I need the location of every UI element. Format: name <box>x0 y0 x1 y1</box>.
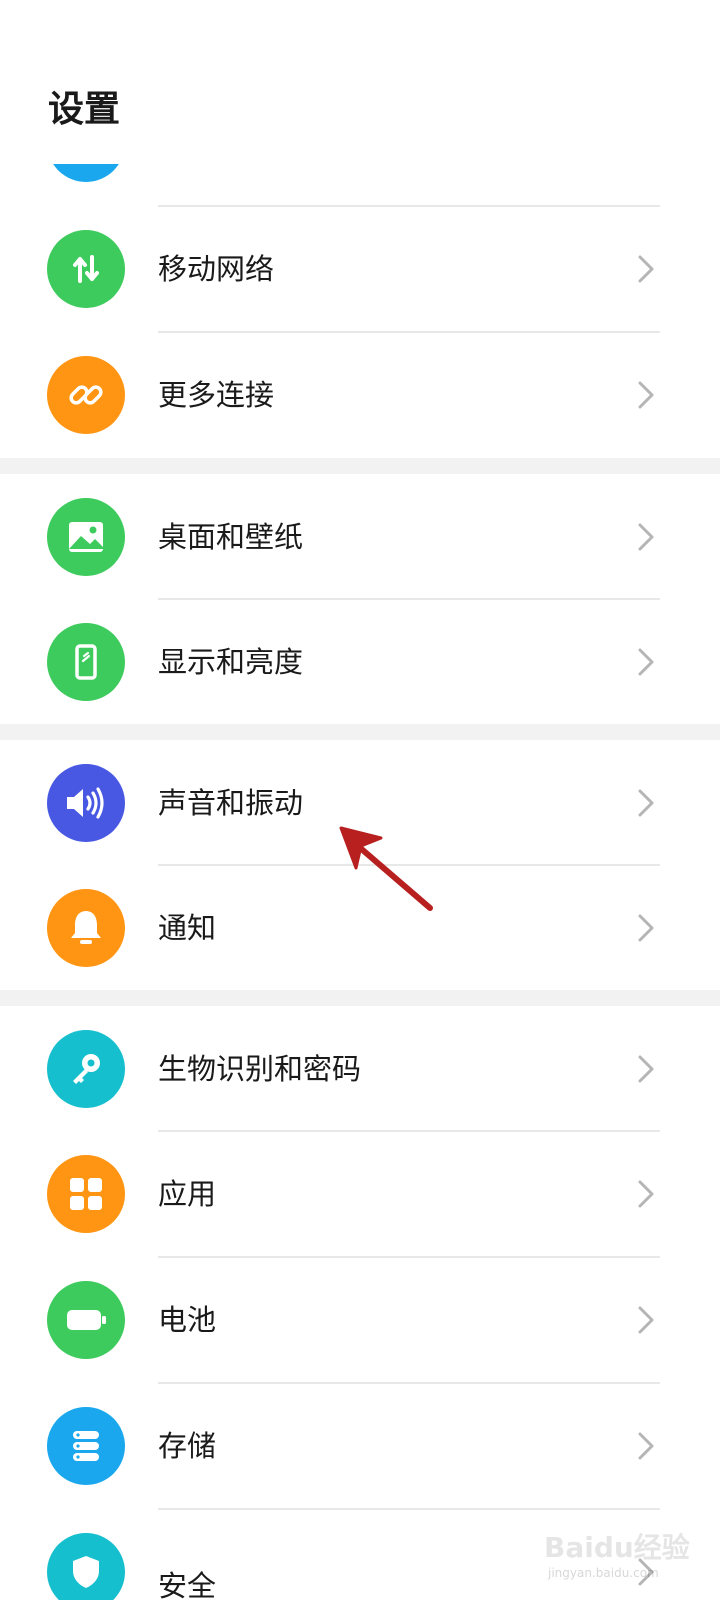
chevron-right-icon <box>638 1180 654 1208</box>
settings-item-display-brightness[interactable]: 显示和亮度 <box>0 599 720 725</box>
settings-group-display: 桌面和壁纸 显示和亮度 <box>0 474 720 724</box>
chevron-right-icon <box>638 1055 654 1083</box>
settings-item-label: 生物识别和密码 <box>158 1052 362 1086</box>
settings-group-sound: 声音和振动 通知 <box>0 740 720 990</box>
chevron-right-icon <box>638 381 654 409</box>
chevron-right-icon <box>638 255 654 283</box>
chevron-right-icon <box>638 1306 654 1334</box>
mobile-data-arrows-icon <box>47 230 125 308</box>
link-icon <box>47 356 125 434</box>
watermark-logo: Baidu经验 jingyan.baidu.com <box>540 1490 690 1580</box>
settings-item-label: 存储 <box>158 1429 217 1463</box>
chevron-right-icon <box>638 789 654 817</box>
watermark-url: jingyan.baidu.com <box>548 1566 659 1580</box>
settings-item-label: 电池 <box>158 1303 217 1337</box>
partial-edit-icon <box>47 164 125 182</box>
battery-icon <box>47 1281 125 1359</box>
settings-item-label: 显示和亮度 <box>158 645 304 679</box>
settings-item-label: 更多连接 <box>158 378 275 412</box>
chevron-right-icon <box>638 914 654 942</box>
settings-item-label: 应用 <box>158 1177 217 1211</box>
shield-icon <box>47 1533 125 1600</box>
display-phone-icon <box>47 623 125 701</box>
settings-item-battery[interactable]: 电池 <box>0 1257 720 1383</box>
settings-item-label: 通知 <box>158 911 217 945</box>
speaker-icon <box>47 764 125 842</box>
settings-item-more-connections[interactable]: 更多连接 <box>0 332 720 458</box>
settings-item-label: 声音和振动 <box>158 786 304 820</box>
settings-item-sound-vibration[interactable]: 声音和振动 <box>0 740 720 866</box>
settings-item-mobile-network[interactable]: 移动网络 <box>0 206 720 332</box>
key-icon <box>47 1030 125 1108</box>
settings-item-apps[interactable]: 应用 <box>0 1131 720 1257</box>
status-bar <box>0 0 720 34</box>
bell-icon <box>47 889 125 967</box>
watermark-text: Baidu经验 <box>544 1531 690 1564</box>
chevron-right-icon <box>638 648 654 676</box>
settings-item-label: 移动网络 <box>158 252 275 286</box>
settings-item-label: 桌面和壁纸 <box>158 520 304 554</box>
settings-item-desktop-wallpaper[interactable]: 桌面和壁纸 <box>0 474 720 600</box>
storage-icon <box>47 1407 125 1485</box>
settings-item-biometrics-password[interactable]: 生物识别和密码 <box>0 1006 720 1132</box>
wallpaper-icon <box>47 498 125 576</box>
apps-grid-icon <box>47 1155 125 1233</box>
chevron-right-icon <box>638 1432 654 1460</box>
settings-group-connectivity: 移动网络 更多连接 <box>0 164 720 458</box>
settings-item-partial[interactable] <box>0 164 720 206</box>
page-title: 设置 <box>48 89 121 130</box>
settings-item-label: 安全 <box>158 1569 217 1600</box>
settings-item-notifications[interactable]: 通知 <box>0 865 720 991</box>
header: 设置 <box>0 34 720 164</box>
chevron-right-icon <box>638 523 654 551</box>
